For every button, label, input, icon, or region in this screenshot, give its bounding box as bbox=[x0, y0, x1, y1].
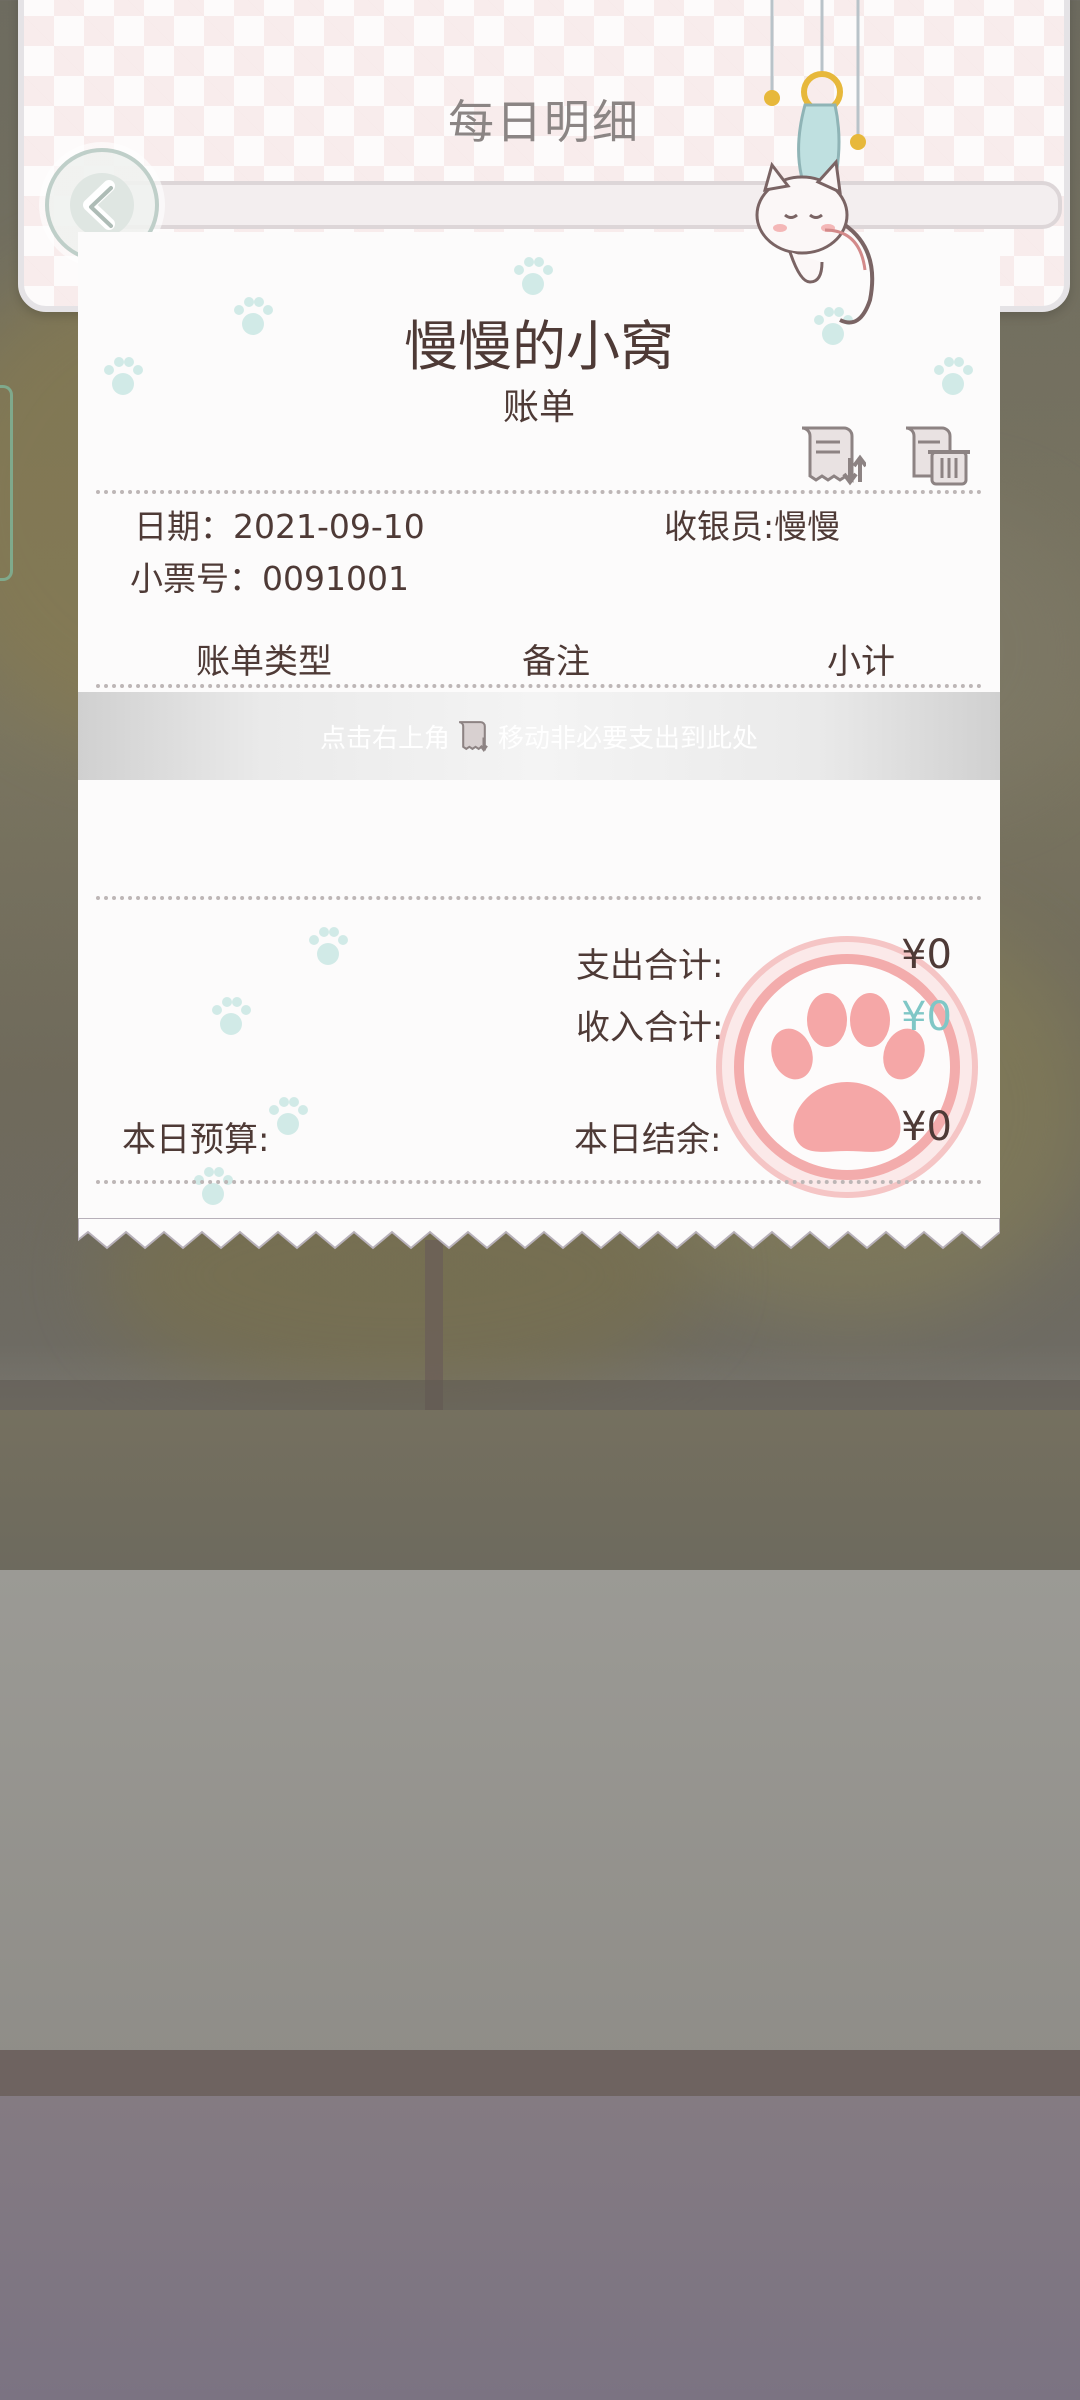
date-row: 日期：2021-09-10 bbox=[134, 500, 425, 548]
side-tab[interactable] bbox=[0, 385, 13, 581]
receipt-trash-icon[interactable] bbox=[902, 422, 972, 488]
hint-text-after: 移动非必要支出到此处 bbox=[498, 723, 759, 754]
chevron-left-icon bbox=[70, 173, 134, 237]
expense-total-label: 支出合计: bbox=[576, 946, 724, 986]
ticket-label: 小票号： bbox=[130, 559, 262, 598]
column-header-type: 账单类型 bbox=[196, 642, 332, 682]
receipt: 慢慢的小窝 账单 日期：2021-09-10 收银员:慢慢 小票号：009100… bbox=[78, 232, 1000, 1220]
divider bbox=[96, 1180, 982, 1184]
daily-balance-value: ¥0 bbox=[901, 1104, 952, 1150]
cashier-row: 收银员:慢慢 bbox=[664, 500, 840, 548]
daily-budget-label[interactable]: 本日预算: bbox=[122, 1112, 269, 1161]
divider bbox=[96, 490, 982, 494]
income-total-label: 收入合计: bbox=[576, 1008, 724, 1048]
income-total-value: ¥0 bbox=[901, 994, 952, 1040]
hanging-cat-icon bbox=[755, 0, 875, 325]
receipt-move-icon[interactable] bbox=[796, 422, 866, 488]
cashier-value: 慢慢 bbox=[774, 507, 841, 546]
paw-print-icon bbox=[194, 1167, 233, 1205]
paw-print-icon bbox=[514, 257, 553, 295]
receipt-move-icon bbox=[458, 721, 488, 753]
expense-total-value: ¥0 bbox=[901, 932, 952, 978]
daily-balance-label: 本日结余: bbox=[574, 1120, 722, 1160]
paw-print-icon bbox=[212, 997, 251, 1035]
column-header-note: 备注 bbox=[522, 642, 590, 682]
date-value: 2021-09-10 bbox=[233, 507, 425, 546]
column-header-subtotal: 小计 bbox=[827, 642, 895, 682]
paw-print-icon bbox=[309, 927, 348, 965]
header-rail bbox=[94, 181, 1062, 229]
move-hint-bar: 点击右上角 移动非必要支出到此处 bbox=[78, 692, 1000, 780]
paw-print-icon bbox=[269, 1097, 308, 1135]
cashier-label: 收银员: bbox=[664, 507, 775, 546]
divider bbox=[96, 684, 982, 688]
divider bbox=[96, 896, 982, 900]
ticket-row: 小票号：0091001 bbox=[130, 552, 409, 600]
receipt-torn-edge bbox=[78, 1218, 1000, 1250]
ticket-value: 0091001 bbox=[262, 559, 409, 598]
hint-text-before: 点击右上角 bbox=[319, 723, 450, 754]
page-title: 每日明细 bbox=[448, 95, 640, 149]
date-label: 日期： bbox=[134, 507, 233, 546]
